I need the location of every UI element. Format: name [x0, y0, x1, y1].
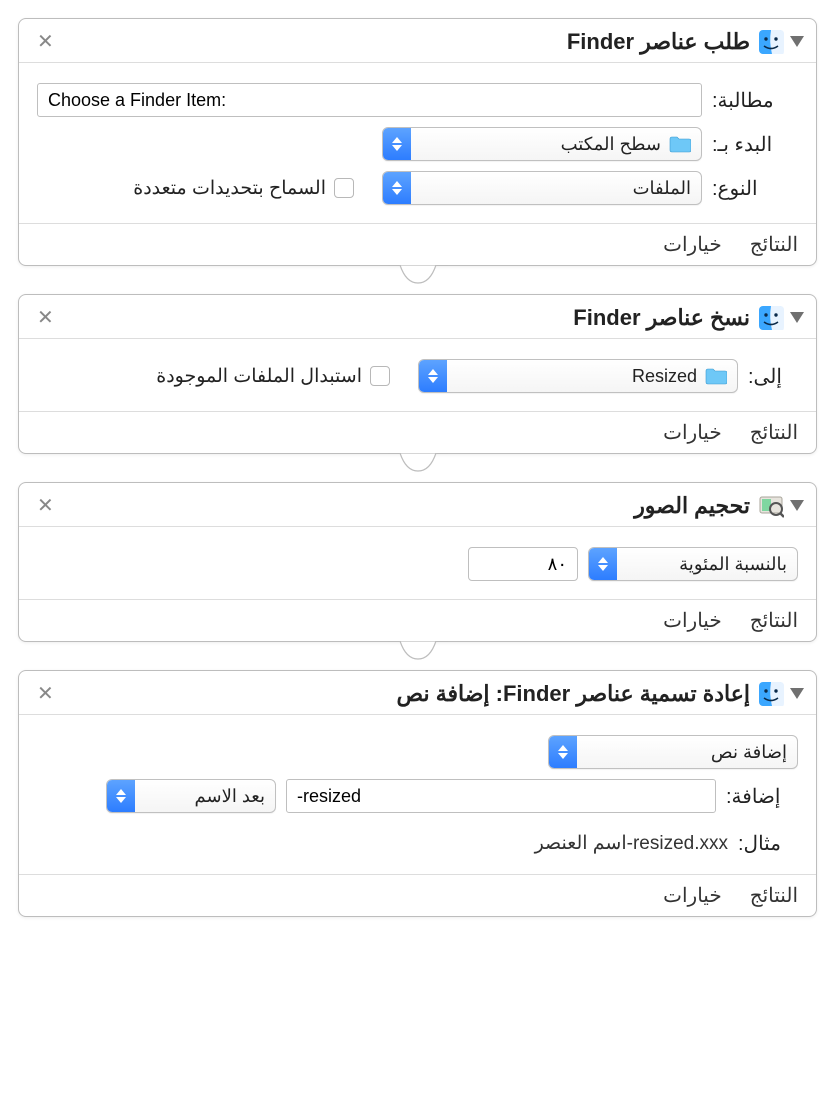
- example-label: مثال:: [738, 831, 798, 856]
- disclosure-triangle-icon[interactable]: [790, 688, 804, 699]
- disclosure-triangle-icon[interactable]: [790, 312, 804, 323]
- action-body: مطالبة: البدء بـ: سطح المكتب النوع: المل…: [19, 63, 816, 223]
- disclosure-triangle-icon[interactable]: [790, 500, 804, 511]
- results-button[interactable]: النتائج: [750, 608, 798, 633]
- scale-mode-popup[interactable]: بالنسبة المئوية: [588, 547, 798, 581]
- chevron-up-down-icon: [107, 780, 135, 812]
- action-body: إضافة نص إضافة: بعد الاسم مثال: اسم العن…: [19, 715, 816, 874]
- action-body: بالنسبة المئوية: [19, 527, 816, 599]
- close-icon[interactable]: ✕: [31, 491, 60, 520]
- action-title: تحجيم الصور: [60, 493, 750, 519]
- chevron-up-down-icon: [589, 548, 617, 580]
- finder-icon: [758, 305, 784, 331]
- chevron-up-down-icon: [383, 128, 411, 160]
- action-footer: النتائج خيارات: [19, 599, 816, 641]
- workflow-connector: [18, 453, 817, 483]
- action-footer: النتائج خيارات: [19, 411, 816, 453]
- action-title: نسخ عناصر Finder: [60, 305, 750, 331]
- close-icon[interactable]: ✕: [31, 303, 60, 332]
- folder-icon: [705, 367, 727, 385]
- action-footer: النتائج خيارات: [19, 874, 816, 916]
- results-button[interactable]: النتائج: [750, 420, 798, 445]
- action-ask-finder-items: طلب عناصر Finder ✕ مطالبة: البدء بـ: سطح…: [18, 18, 817, 266]
- folder-icon: [669, 135, 691, 153]
- close-icon[interactable]: ✕: [31, 27, 60, 56]
- action-copy-finder-items: نسخ عناصر Finder ✕ إلى: Resized استبدال …: [18, 294, 817, 454]
- allow-multiple-checkbox[interactable]: [334, 178, 354, 198]
- finder-icon: [758, 29, 784, 55]
- action-header: تحجيم الصور ✕: [19, 483, 816, 527]
- preview-icon: [758, 493, 784, 519]
- scale-percentage-input[interactable]: [468, 547, 578, 581]
- action-title: إعادة تسمية عناصر Finder: إضافة نص: [60, 681, 750, 707]
- prompt-input[interactable]: [37, 83, 702, 117]
- action-footer: النتائج خيارات: [19, 223, 816, 265]
- action-title: طلب عناصر Finder: [60, 29, 750, 55]
- replace-existing-label: استبدال الملفات الموجودة: [156, 365, 362, 388]
- add-text-input[interactable]: [286, 779, 716, 813]
- workflow-connector: [18, 265, 817, 295]
- allow-multiple-label: السماح بتحديدات متعددة: [133, 177, 326, 200]
- close-icon[interactable]: ✕: [31, 679, 60, 708]
- action-header: طلب عناصر Finder ✕: [19, 19, 816, 63]
- action-body: إلى: Resized استبدال الملفات الموجودة: [19, 339, 816, 411]
- options-button[interactable]: خيارات: [663, 420, 722, 445]
- to-folder-value: Resized: [632, 366, 697, 387]
- rename-mode-popup[interactable]: إضافة نص: [548, 735, 798, 769]
- results-button[interactable]: النتائج: [750, 232, 798, 257]
- disclosure-triangle-icon[interactable]: [790, 36, 804, 47]
- type-value: الملفات: [633, 178, 691, 199]
- chevron-up-down-icon: [549, 736, 577, 768]
- action-header: نسخ عناصر Finder ✕: [19, 295, 816, 339]
- type-label: النوع:: [712, 176, 798, 201]
- options-button[interactable]: خيارات: [663, 883, 722, 908]
- options-button[interactable]: خيارات: [663, 232, 722, 257]
- action-scale-images: تحجيم الصور ✕ بالنسبة المئوية النتائج خي…: [18, 482, 817, 642]
- workflow-connector: [18, 641, 817, 671]
- rename-mode-value: إضافة نص: [711, 742, 787, 763]
- position-value: بعد الاسم: [195, 786, 265, 807]
- to-label: إلى:: [748, 364, 798, 389]
- example-value: اسم العنصر-resized.xxx: [535, 832, 728, 855]
- scale-mode-value: بالنسبة المئوية: [679, 554, 787, 575]
- chevron-up-down-icon: [419, 360, 447, 392]
- replace-existing-checkbox[interactable]: [370, 366, 390, 386]
- finder-icon: [758, 681, 784, 707]
- options-button[interactable]: خيارات: [663, 608, 722, 633]
- action-rename-finder-items: إعادة تسمية عناصر Finder: إضافة نص ✕ إضا…: [18, 670, 817, 917]
- type-popup[interactable]: الملفات: [382, 171, 702, 205]
- results-button[interactable]: النتائج: [750, 883, 798, 908]
- start-at-value: سطح المكتب: [561, 134, 661, 155]
- prompt-label: مطالبة:: [712, 88, 798, 113]
- position-popup[interactable]: بعد الاسم: [106, 779, 276, 813]
- start-at-popup[interactable]: سطح المكتب: [382, 127, 702, 161]
- add-text-label: إضافة:: [726, 784, 798, 809]
- action-header: إعادة تسمية عناصر Finder: إضافة نص ✕: [19, 671, 816, 715]
- chevron-up-down-icon: [383, 172, 411, 204]
- start-at-label: البدء بـ:: [712, 132, 798, 157]
- to-folder-popup[interactable]: Resized: [418, 359, 738, 393]
